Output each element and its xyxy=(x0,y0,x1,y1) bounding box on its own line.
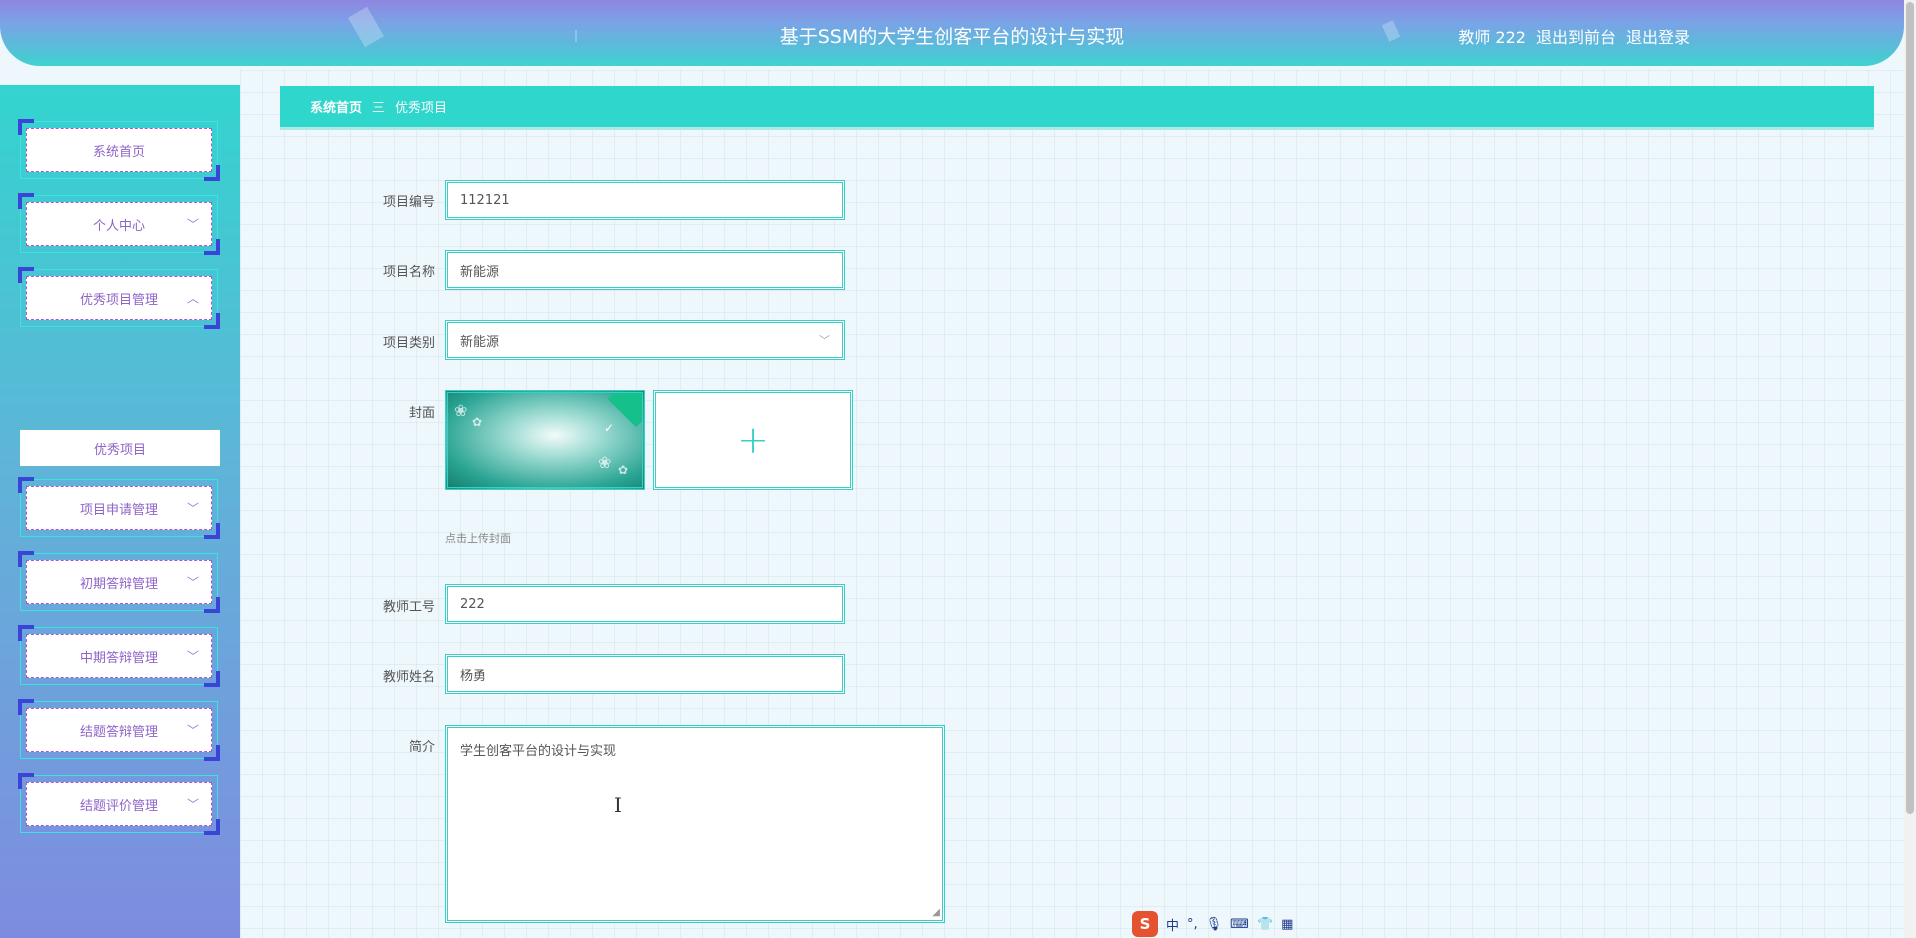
project-no-input[interactable]: 112121 xyxy=(445,180,845,220)
sidebar: 系统首页 个人中心 ﹀ 优秀项目管理 ︿ 优秀项目 项目申请管理 ﹀ 初期答辩管理 ﹀ … xyxy=(0,85,240,938)
chevron-down-icon: ﹀ xyxy=(186,797,199,812)
flower-decoration: ✿ xyxy=(618,463,629,477)
sidebar-item-label: 中期答辩管理 xyxy=(79,650,158,666)
breadcrumb-current: 优秀项目 xyxy=(395,101,448,116)
check-icon: ✓ xyxy=(603,421,614,435)
intro-label: 简介 xyxy=(408,740,435,755)
teacher-no-input[interactable]: 222 xyxy=(445,584,845,624)
cover-label: 封面 xyxy=(408,406,435,421)
top-header: 基于SSM的大学生创客平台的设计与实现 教师 222 退出到前台 退出登录 xyxy=(0,0,1904,66)
sidebar-item-label: 个人中心 xyxy=(92,218,145,234)
sidebar-item-label: 结题答辩管理 xyxy=(79,724,158,740)
teacher-name-input[interactable]: 杨勇 xyxy=(445,654,845,694)
intro-value: 学生创客平台的设计与实现 xyxy=(460,744,617,759)
project-category-value: 新能源 xyxy=(460,334,500,350)
sidebar-item-label: 优秀项目管理 xyxy=(79,292,158,308)
teacher-name-value: 杨勇 xyxy=(460,668,487,684)
plus-icon: + xyxy=(737,418,769,462)
sidebar-item-initial-defense[interactable]: 初期答辩管理 ﹀ xyxy=(18,551,220,613)
upload-cover-button[interactable]: + xyxy=(653,390,853,490)
sidebar-item-label: 项目申请管理 xyxy=(79,502,158,518)
sidebar-item-label: 结题评价管理 xyxy=(79,798,158,814)
sidebar-item-home[interactable]: 系统首页 xyxy=(18,119,220,181)
sogou-logo-icon[interactable]: S xyxy=(1132,911,1158,937)
sidebar-item-label: 系统首页 xyxy=(92,144,145,160)
chevron-down-icon: ﹀ xyxy=(186,501,199,516)
flower-decoration: ✿ xyxy=(472,415,483,429)
user-label: 教师 222 xyxy=(1458,28,1526,47)
project-name-label: 项目名称 xyxy=(382,265,435,280)
breadcrumb-home[interactable]: 系统首页 xyxy=(310,97,362,116)
flower-decoration: ❀ xyxy=(454,401,468,420)
text-cursor-icon: I xyxy=(614,793,622,817)
sidebar-item-midterm-defense[interactable]: 中期答辩管理 ﹀ xyxy=(18,625,220,687)
project-name-input[interactable]: 新能源 xyxy=(445,250,845,290)
project-no-value: 112121 xyxy=(460,192,510,208)
chevron-down-icon: ﹀ xyxy=(186,217,199,232)
breadcrumb-separator: 三 xyxy=(372,101,386,116)
teacher-name-label: 教师姓名 xyxy=(382,670,435,685)
chevron-up-icon: ︿ xyxy=(186,291,199,306)
chevron-down-icon: ﹀ xyxy=(186,575,199,590)
shirt-icon[interactable]: 👕 xyxy=(1257,917,1273,932)
flower-decoration: ❀ xyxy=(598,453,612,472)
project-category-select[interactable]: 新能源 ﹀ xyxy=(445,320,845,360)
sidebar-item-excellent-projects[interactable]: 优秀项目管理 ︿ xyxy=(18,267,220,329)
ime-punct-toggle[interactable]: °, xyxy=(1187,917,1198,932)
scrollbar-thumb[interactable] xyxy=(1906,2,1914,814)
ime-mode-toggle[interactable]: 中 xyxy=(1166,915,1179,934)
teacher-no-value: 222 xyxy=(460,596,485,612)
chevron-down-icon: ﹀ xyxy=(186,649,199,664)
resize-handle-icon[interactable]: ◢ xyxy=(932,907,940,918)
user-area: 教师 222 退出到前台 退出登录 xyxy=(1458,24,1690,48)
breadcrumb: 系统首页 三 优秀项目 xyxy=(280,86,1874,130)
project-no-label: 项目编号 xyxy=(382,195,435,210)
sidebar-item-final-defense[interactable]: 结题答辩管理 ﹀ xyxy=(18,699,220,761)
sidebar-item-label: 初期答辩管理 xyxy=(79,576,158,592)
page-scrollbar[interactable] xyxy=(1904,0,1916,938)
sidebar-item-project-application[interactable]: 项目申请管理 ﹀ xyxy=(18,477,220,539)
mic-icon[interactable]: 🎙 xyxy=(1206,917,1223,932)
keyboard-icon[interactable]: ⌨ xyxy=(1230,917,1249,932)
intro-textarea[interactable]: 学生创客平台的设计与实现 ◢ xyxy=(445,725,945,923)
project-name-value: 新能源 xyxy=(460,264,500,280)
chevron-down-icon: ﹀ xyxy=(186,723,199,738)
upload-hint: 点击上传封面 xyxy=(445,532,511,545)
back-to-front-link[interactable]: 退出到前台 xyxy=(1536,24,1616,48)
ime-toolbar: S 中 °, 🎙 ⌨ 👕 ▦ xyxy=(1128,910,1304,938)
sidebar-item-final-evaluation[interactable]: 结题评价管理 ﹀ xyxy=(18,773,220,835)
chevron-down-icon: ﹀ xyxy=(819,334,830,347)
teacher-no-label: 教师工号 xyxy=(382,600,435,615)
project-category-label: 项目类别 xyxy=(382,336,435,351)
sidebar-item-personal-center[interactable]: 个人中心 ﹀ xyxy=(18,193,220,255)
logout-link[interactable]: 退出登录 xyxy=(1626,24,1690,48)
grid-icon[interactable]: ▦ xyxy=(1281,917,1293,932)
submenu-item-excellent-project[interactable]: 优秀项目 xyxy=(20,430,220,466)
cover-image[interactable]: ❀ ✿ ❀ ✿ ✓ xyxy=(445,390,645,490)
